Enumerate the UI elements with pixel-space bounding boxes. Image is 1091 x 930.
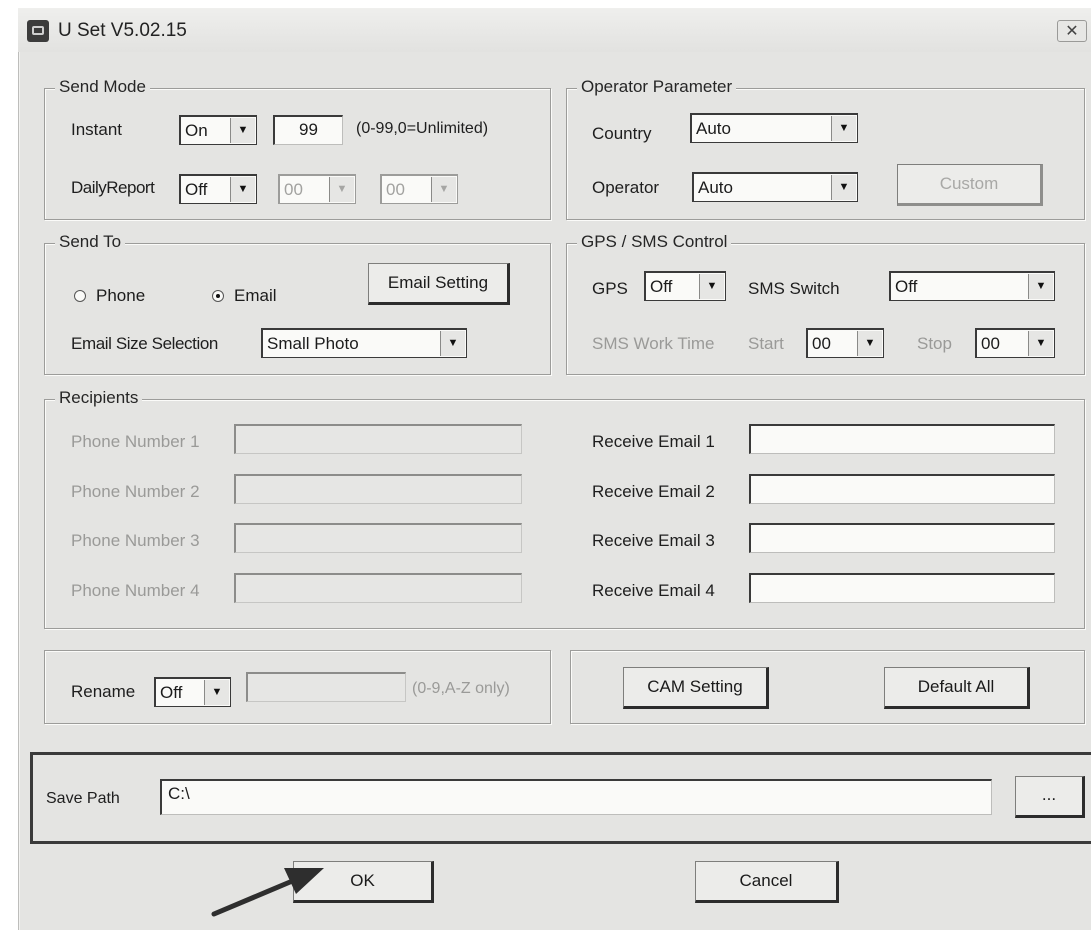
daily-minute-value: 00: [386, 180, 405, 199]
cancel-button[interactable]: Cancel: [695, 861, 839, 903]
phone-number-4-label: Phone Number 4: [71, 581, 200, 600]
sms-switch-value: Off: [895, 277, 918, 296]
chevron-down-icon: ▼: [204, 680, 229, 705]
rename-text-field[interactable]: [246, 672, 406, 702]
email-radio-label: Email: [234, 286, 277, 305]
daily-report-select[interactable]: Off ▼: [179, 174, 257, 204]
close-button[interactable]: ✕: [1057, 20, 1087, 42]
receive-email-3-label: Receive Email 3: [592, 531, 715, 550]
gps-sms-legend: GPS / SMS Control: [577, 232, 732, 252]
instant-count-field[interactable]: 99: [273, 115, 343, 145]
stop-value: 00: [981, 334, 1000, 353]
gps-value: Off: [650, 277, 673, 296]
instant-label: Instant: [71, 120, 123, 139]
email-size-label: Email Size Selection: [71, 334, 218, 353]
app-camera-icon: [27, 20, 49, 42]
rename-value: Off: [160, 683, 183, 702]
send-mode-legend: Send Mode: [55, 77, 150, 97]
cam-setting-button[interactable]: CAM Setting: [623, 667, 769, 709]
receive-email-2-field[interactable]: [749, 474, 1055, 504]
email-size-value: Small Photo: [267, 334, 359, 353]
phone-number-2-field[interactable]: [234, 474, 522, 504]
radio-indicator: [74, 290, 86, 302]
chevron-down-icon: ▼: [699, 274, 724, 299]
chevron-down-icon: ▼: [857, 331, 882, 356]
daily-report-value: Off: [185, 180, 208, 199]
sms-switch-label: SMS Switch: [748, 279, 840, 298]
start-select[interactable]: 00 ▼: [806, 328, 884, 358]
instant-hint: (0-99,0=Unlimited): [356, 120, 489, 137]
chevron-down-icon: ▼: [831, 116, 856, 141]
start-value: 00: [812, 334, 831, 353]
receive-email-2-label: Receive Email 2: [592, 482, 715, 501]
radio-indicator-selected: [212, 290, 224, 302]
receive-email-4-label: Receive Email 4: [592, 581, 715, 600]
chevron-down-icon: ▼: [329, 177, 354, 202]
gps-label: GPS: [592, 279, 628, 298]
sms-switch-select[interactable]: Off ▼: [889, 271, 1055, 301]
window-title: U Set V5.02.15: [58, 20, 187, 41]
country-value: Auto: [696, 119, 731, 138]
gps-select[interactable]: Off ▼: [644, 271, 726, 301]
receive-email-1-field[interactable]: [749, 424, 1055, 454]
phone-number-1-label: Phone Number 1: [71, 432, 200, 451]
custom-button[interactable]: Custom: [897, 164, 1043, 206]
email-radio[interactable]: Email: [212, 286, 277, 306]
chevron-down-icon: ▼: [431, 177, 456, 202]
phone-radio-label: Phone: [96, 286, 146, 305]
daily-report-label: DailyReport: [71, 178, 155, 197]
daily-hour-value: 00: [284, 180, 303, 199]
save-path-field[interactable]: C:\: [160, 779, 992, 815]
receive-email-4-field[interactable]: [749, 573, 1055, 603]
phone-number-2-label: Phone Number 2: [71, 482, 200, 501]
daily-hour-select[interactable]: 00 ▼: [278, 174, 356, 204]
country-select[interactable]: Auto ▼: [690, 113, 858, 143]
chevron-down-icon: ▼: [230, 177, 255, 202]
default-all-button[interactable]: Default All: [884, 667, 1030, 709]
receive-email-3-field[interactable]: [749, 523, 1055, 553]
chevron-down-icon: ▼: [440, 331, 465, 356]
email-setting-button[interactable]: Email Setting: [368, 263, 510, 305]
rename-label: Rename: [71, 682, 136, 701]
chevron-down-icon: ▼: [831, 175, 856, 200]
phone-radio[interactable]: Phone: [74, 286, 145, 306]
receive-email-1-label: Receive Email 1: [592, 432, 715, 451]
operator-parameter-legend: Operator Parameter: [577, 77, 737, 97]
instant-select[interactable]: On ▼: [179, 115, 257, 145]
chevron-down-icon: ▼: [1028, 331, 1053, 356]
operator-select[interactable]: Auto ▼: [692, 172, 858, 202]
save-path-label: Save Path: [46, 790, 120, 807]
rename-select[interactable]: Off ▼: [154, 677, 231, 707]
operator-value: Auto: [698, 178, 733, 197]
phone-number-3-label: Phone Number 3: [71, 531, 200, 550]
recipients-legend: Recipients: [55, 388, 143, 408]
phone-number-3-field[interactable]: [234, 523, 522, 553]
phone-number-4-field[interactable]: [234, 573, 522, 603]
sms-work-time-label: SMS Work Time: [592, 334, 715, 353]
stop-label: Stop: [917, 334, 952, 353]
start-label: Start: [748, 334, 784, 353]
email-size-select[interactable]: Small Photo ▼: [261, 328, 467, 358]
browse-button[interactable]: ...: [1015, 776, 1085, 818]
stop-select[interactable]: 00 ▼: [975, 328, 1055, 358]
operator-label: Operator: [592, 178, 660, 197]
phone-number-1-field[interactable]: [234, 424, 522, 454]
daily-minute-select[interactable]: 00 ▼: [380, 174, 458, 204]
chevron-down-icon: ▼: [1028, 274, 1053, 299]
country-label: Country: [592, 124, 652, 143]
pointer-arrow-icon: [211, 868, 324, 917]
instant-select-value: On: [185, 121, 208, 140]
chevron-down-icon: ▼: [230, 118, 255, 143]
send-to-legend: Send To: [55, 232, 126, 252]
rename-hint: (0-9,A-Z only): [412, 680, 510, 697]
